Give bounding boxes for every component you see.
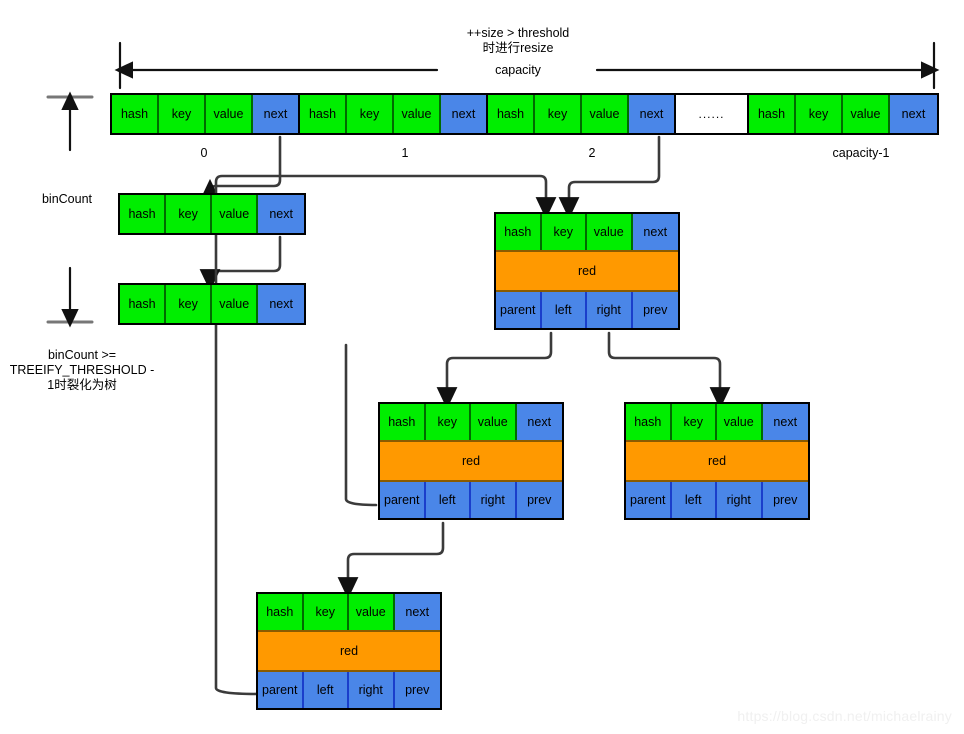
tree-grandchild-hash[interactable]: hash	[258, 594, 304, 630]
tree-root-row-color: red	[496, 252, 678, 290]
watermark: https://blog.csdn.net/michaelrainy	[737, 708, 952, 724]
tree-grandchild-row-node: hash key value next	[258, 594, 440, 632]
tree-left-child-prev[interactable]: prev	[516, 482, 562, 518]
tree-right-child-next[interactable]: next	[762, 404, 808, 440]
tree-left-child-value[interactable]: value	[471, 404, 517, 440]
chain-node-1-hash[interactable]: hash	[120, 195, 167, 233]
bucket-2-hash[interactable]: hash	[488, 95, 535, 133]
tree-right-child-row-links: parent left right prev	[626, 480, 808, 518]
tree-grandchild-row-links: parent left right prev	[258, 670, 440, 708]
bucket-0-value[interactable]: value	[206, 95, 253, 133]
tree-right-child-parent[interactable]: parent	[626, 482, 672, 518]
bucket-2-next[interactable]: next	[629, 95, 676, 133]
chain-node-1: hash key value next	[118, 193, 306, 235]
tree-root-key[interactable]: key	[541, 214, 587, 250]
tree-grandchild-key[interactable]: key	[303, 594, 349, 630]
tree-left-child-next[interactable]: next	[516, 404, 562, 440]
tree-left-child-right[interactable]: right	[471, 482, 517, 518]
chain-node-2-hash[interactable]: hash	[120, 285, 167, 323]
tree-grandchild-parent[interactable]: parent	[258, 672, 304, 708]
tree-left-child-left[interactable]: left	[425, 482, 471, 518]
tree-grandchild-row-color: red	[258, 632, 440, 670]
bucket-0-key[interactable]: key	[159, 95, 206, 133]
tree-grandchild: hash key value next red parent left righ…	[256, 592, 442, 710]
tree-root-value[interactable]: value	[587, 214, 633, 250]
tree-right-child: hash key value next red parent left righ…	[624, 402, 810, 520]
bucket-index-1: 1	[401, 146, 409, 160]
treeify-note: binCount >= TREEIFY_THRESHOLD - 1时裂化为树	[9, 348, 155, 392]
tree-left-child-hash[interactable]: hash	[380, 404, 426, 440]
tree-root-hash[interactable]: hash	[496, 214, 542, 250]
bucket-0-hash[interactable]: hash	[112, 95, 159, 133]
tree-root-row-node: hash key value next	[496, 214, 678, 252]
bucket-last-hash[interactable]: hash	[749, 95, 796, 133]
tree-left-child: hash key value next red parent left righ…	[378, 402, 564, 520]
chain-node-2-value[interactable]: value	[212, 285, 259, 323]
bucket-1-value[interactable]: value	[394, 95, 441, 133]
chain-node-1-value[interactable]: value	[212, 195, 259, 233]
tree-root-parent[interactable]: parent	[496, 292, 542, 328]
bucket-last-key[interactable]: key	[796, 95, 843, 133]
tree-grandchild-color[interactable]: red	[258, 632, 440, 670]
tree-left-child-key[interactable]: key	[425, 404, 471, 440]
tree-right-child-right[interactable]: right	[717, 482, 763, 518]
bucket-index-last: capacity-1	[832, 146, 890, 160]
bucket-index-2: 2	[588, 146, 596, 160]
tree-root-next[interactable]: next	[632, 214, 678, 250]
tree-left-child-row-node: hash key value next	[380, 404, 562, 442]
tree-root-right[interactable]: right	[587, 292, 633, 328]
chain-node-1-next[interactable]: next	[258, 195, 304, 233]
bucket-index-0: 0	[200, 146, 208, 160]
tree-grandchild-next[interactable]: next	[394, 594, 440, 630]
bincount-label: binCount	[41, 192, 93, 206]
diagram-canvas: ++size > threshold 时进行resize capacity bi…	[0, 0, 964, 734]
bucket-ellipsis: ......	[676, 95, 749, 133]
tree-left-child-row-links: parent left right prev	[380, 480, 562, 518]
tree-right-child-value[interactable]: value	[717, 404, 763, 440]
tree-root-row-links: parent left right prev	[496, 290, 678, 328]
bucket-last-value[interactable]: value	[843, 95, 890, 133]
tree-right-child-prev[interactable]: prev	[762, 482, 808, 518]
chain-node-2-next[interactable]: next	[258, 285, 304, 323]
tree-left-child-row-color: red	[380, 442, 562, 480]
tree-left-child-color[interactable]: red	[380, 442, 562, 480]
chain-node-1-key[interactable]: key	[166, 195, 213, 233]
tree-right-child-row-node: hash key value next	[626, 404, 808, 442]
tree-right-child-key[interactable]: key	[671, 404, 717, 440]
tree-grandchild-value[interactable]: value	[349, 594, 395, 630]
tree-right-child-left[interactable]: left	[671, 482, 717, 518]
tree-grandchild-prev[interactable]: prev	[394, 672, 440, 708]
tree-root: hash key value next red parent left righ…	[494, 212, 680, 330]
tree-right-child-row-color: red	[626, 442, 808, 480]
tree-grandchild-right[interactable]: right	[349, 672, 395, 708]
bucket-1-hash[interactable]: hash	[300, 95, 347, 133]
chain-node-2-key[interactable]: key	[166, 285, 213, 323]
bucket-2-value[interactable]: value	[582, 95, 629, 133]
chain-node-2: hash key value next	[118, 283, 306, 325]
tree-grandchild-left[interactable]: left	[303, 672, 349, 708]
tree-right-child-color[interactable]: red	[626, 442, 808, 480]
resize-note: ++size > threshold 时进行resize	[466, 26, 570, 55]
tree-right-child-hash[interactable]: hash	[626, 404, 672, 440]
capacity-label: capacity	[495, 63, 541, 77]
tree-left-child-parent[interactable]: parent	[380, 482, 426, 518]
bucket-last-next[interactable]: next	[890, 95, 937, 133]
bucket-2-key[interactable]: key	[535, 95, 582, 133]
bucket-1-key[interactable]: key	[347, 95, 394, 133]
tree-root-left[interactable]: left	[541, 292, 587, 328]
tree-root-color[interactable]: red	[496, 252, 678, 290]
tree-root-prev[interactable]: prev	[632, 292, 678, 328]
bucket-0-next[interactable]: next	[253, 95, 300, 133]
hash-table-array: hash key value next hash key value next …	[110, 93, 939, 135]
bucket-1-next[interactable]: next	[441, 95, 488, 133]
